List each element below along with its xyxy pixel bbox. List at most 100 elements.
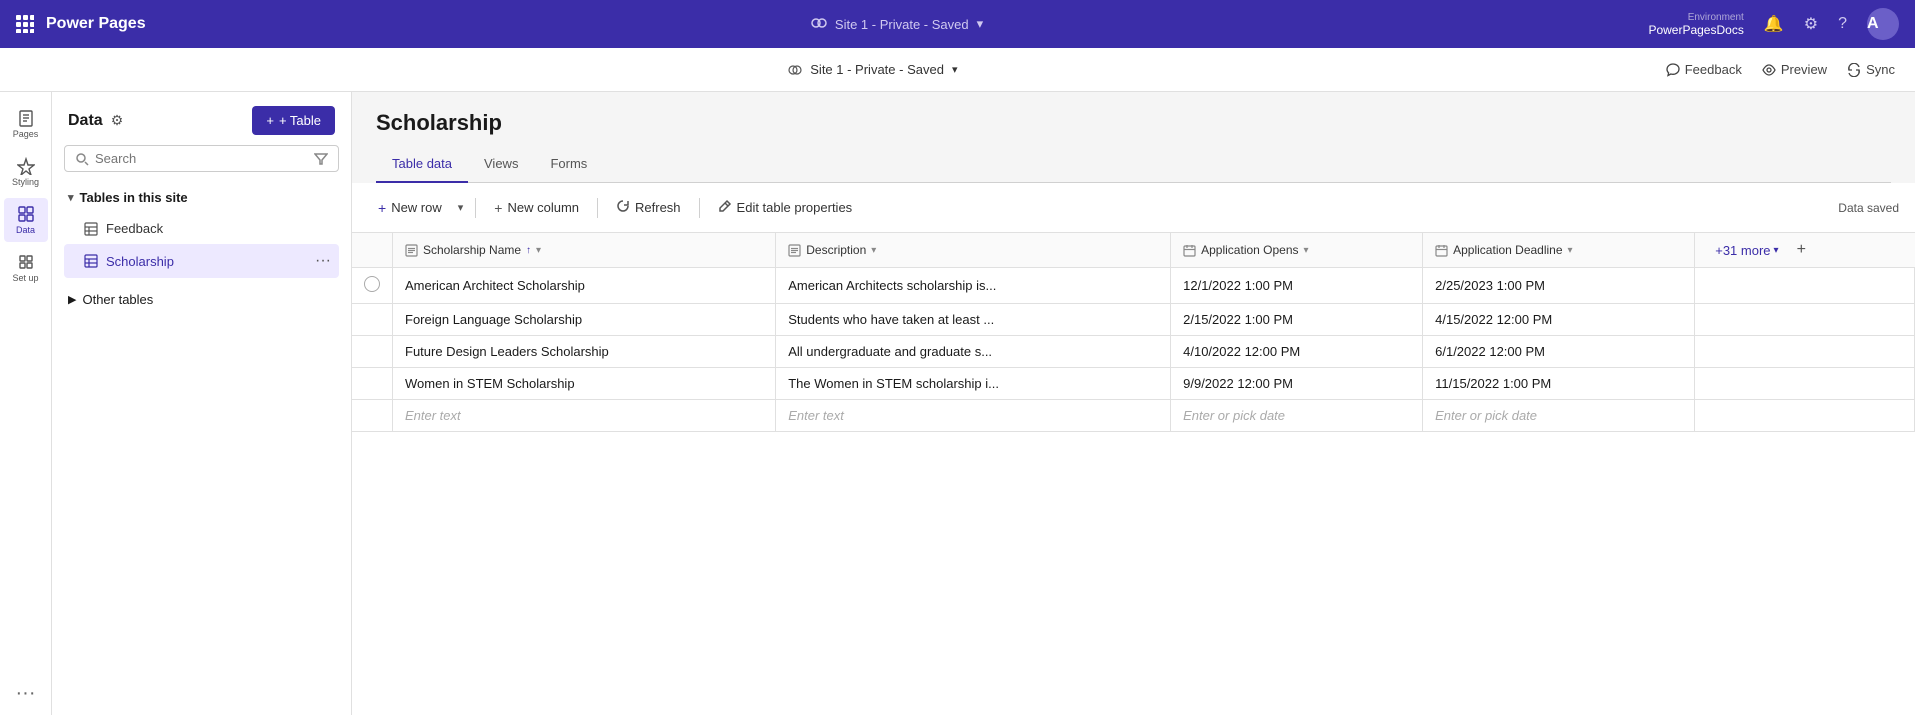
cell-description-2[interactable]: All undergraduate and graduate s... [776,336,1171,368]
sidebar-item-setup[interactable]: Set up [4,246,48,290]
sidebar-item-data[interactable]: Data [4,198,48,242]
left-panel-header-left: Data ⚙ [68,112,123,130]
user-avatar[interactable]: A [1867,8,1899,40]
cell-app-deadline-2[interactable]: 6/1/2022 12:00 PM [1423,336,1695,368]
cell-app-opens-3[interactable]: 9/9/2022 12:00 PM [1171,368,1423,400]
row-select-1[interactable] [352,304,393,336]
top-nav-left: Power Pages [16,15,146,33]
preview-button[interactable]: Preview [1762,62,1827,77]
refresh-button[interactable]: Refresh [606,193,691,222]
application-deadline-header[interactable]: Application Deadline ▾ [1423,233,1695,268]
new-column-plus-icon: + [494,200,502,216]
add-column-button[interactable]: + [1789,241,1814,259]
text-col-icon-2 [788,244,801,257]
tab-table-data[interactable]: Table data [376,148,468,183]
cell-app-deadline-1[interactable]: 4/15/2022 12:00 PM [1423,304,1695,336]
top-nav: Power Pages Site 1 - Private - Saved ▾ E… [0,0,1915,48]
add-table-button[interactable]: + + Table [252,106,335,135]
help-button[interactable]: ? [1838,15,1847,33]
checkbox-column-header [352,233,393,268]
page-title: Scholarship [376,110,1891,136]
tables-section-title: Tables in this site [80,190,188,205]
row-select-0[interactable] [352,268,393,304]
tables-in-site-header[interactable]: ▾ Tables in this site [64,182,339,213]
toolbar-left: + New row ▾ + New column [368,193,862,222]
table-name-scholarship: Scholarship [106,254,174,269]
row-select-3[interactable] [352,368,393,400]
sidebar-item-pages[interactable]: Pages [4,102,48,146]
feedback-button[interactable]: Feedback [1666,62,1742,77]
site-dropdown-icon[interactable]: ▾ [977,16,984,32]
cell-app-opens-0[interactable]: 12/1/2022 1:00 PM [1171,268,1423,304]
application-opens-header[interactable]: Application Opens ▾ [1171,233,1423,268]
table-icon-scholarship [84,254,98,268]
cell-app-deadline-0[interactable]: 2/25/2023 1:00 PM [1423,268,1695,304]
new-row-plus-icon: + [378,200,386,216]
sync-button[interactable]: Sync [1847,62,1895,77]
cell-more-0 [1695,268,1915,304]
empty-cell-description[interactable]: Enter text [776,400,1171,432]
data-saved-label: Data saved [1838,201,1899,215]
notifications-button[interactable]: 🔔 [1764,14,1784,34]
more-columns-header[interactable]: +31 more ▾ + [1695,233,1915,268]
cell-description-3[interactable]: The Women in STEM scholarship i... [776,368,1171,400]
new-row-button[interactable]: + New row [368,194,452,222]
table-row: Future Design Leaders Scholarship All un… [352,336,1915,368]
main-content: Scholarship Table data Views Forms + New… [352,92,1915,715]
empty-cell-app-opens[interactable]: Enter or pick date [1171,400,1423,432]
cell-app-opens-2[interactable]: 4/10/2022 12:00 PM [1171,336,1423,368]
table-item-scholarship[interactable]: Scholarship ··· [64,244,339,278]
site-name: Site 1 - Private - Saved [835,17,969,32]
empty-row-select[interactable] [352,400,393,432]
sidebar-item-styling[interactable]: Styling [4,150,48,194]
date-col-icon [1183,244,1196,257]
row-radio-0[interactable] [364,276,380,292]
table-item-more-button[interactable]: ··· [315,252,331,270]
more-columns-button[interactable]: +31 more ▾ [1707,243,1786,258]
new-row-dropdown-button[interactable]: ▾ [454,195,468,220]
table-icon-feedback [84,222,98,236]
scholarship-name-header[interactable]: Scholarship Name ↑ ▾ [393,233,776,268]
empty-cell-app-deadline[interactable]: Enter or pick date [1423,400,1695,432]
cell-description-1[interactable]: Students who have taken at least ... [776,304,1171,336]
other-tables-header[interactable]: ▶ Other tables [52,284,351,315]
tab-views[interactable]: Views [468,148,534,183]
second-bar-actions: Feedback Preview Sync [1666,62,1895,77]
site-info-dropdown[interactable]: ▾ [952,63,958,76]
col-dropdown-icon-3[interactable]: ▾ [1568,245,1573,256]
edit-table-button[interactable]: Edit table properties [708,193,863,222]
cell-description-0[interactable]: American Architects scholarship is... [776,268,1171,304]
edit-icon [718,199,732,216]
new-column-button[interactable]: + New column [484,194,589,222]
settings-button[interactable]: ⚙ [1804,14,1818,34]
cell-scholarship-name-2[interactable]: Future Design Leaders Scholarship [393,336,776,368]
empty-cell-name[interactable]: Enter text [393,400,776,432]
cell-scholarship-name-3[interactable]: Women in STEM Scholarship [393,368,776,400]
tab-forms[interactable]: Forms [534,148,603,183]
cell-scholarship-name-1[interactable]: Foreign Language Scholarship [393,304,776,336]
filter-icon[interactable] [314,152,328,166]
cell-app-deadline-3[interactable]: 11/15/2022 1:00 PM [1423,368,1695,400]
col-dropdown-icon-2[interactable]: ▾ [1304,245,1309,256]
date-col-icon-2 [1435,244,1448,257]
cell-scholarship-name-0[interactable]: American Architect Scholarship [393,268,776,304]
main-layout: Pages Styling Data Set up ··· Data ⚙ + +… [0,92,1915,715]
data-settings-button[interactable]: ⚙ [111,112,124,129]
row-select-2[interactable] [352,336,393,368]
col-dropdown-icon-0[interactable]: ▾ [536,245,541,256]
toolbar-divider-1 [475,198,476,218]
sidebar-more-button[interactable]: ··· [16,682,36,705]
description-header[interactable]: Description ▾ [776,233,1171,268]
table-item-feedback[interactable]: Feedback [64,213,339,244]
cell-more-2 [1695,336,1915,368]
toolbar-divider-3 [699,198,700,218]
search-input[interactable] [95,151,308,166]
table-row: Women in STEM Scholarship The Women in S… [352,368,1915,400]
top-nav-center: Site 1 - Private - Saved ▾ [811,16,983,32]
cell-app-opens-1[interactable]: 2/15/2022 1:00 PM [1171,304,1423,336]
icon-sidebar: Pages Styling Data Set up ··· [0,92,52,715]
waffle-menu-button[interactable] [16,15,34,33]
environment-name: PowerPagesDocs [1648,23,1743,37]
other-tables-title: Other tables [82,292,153,307]
col-dropdown-icon-1[interactable]: ▾ [871,245,876,256]
